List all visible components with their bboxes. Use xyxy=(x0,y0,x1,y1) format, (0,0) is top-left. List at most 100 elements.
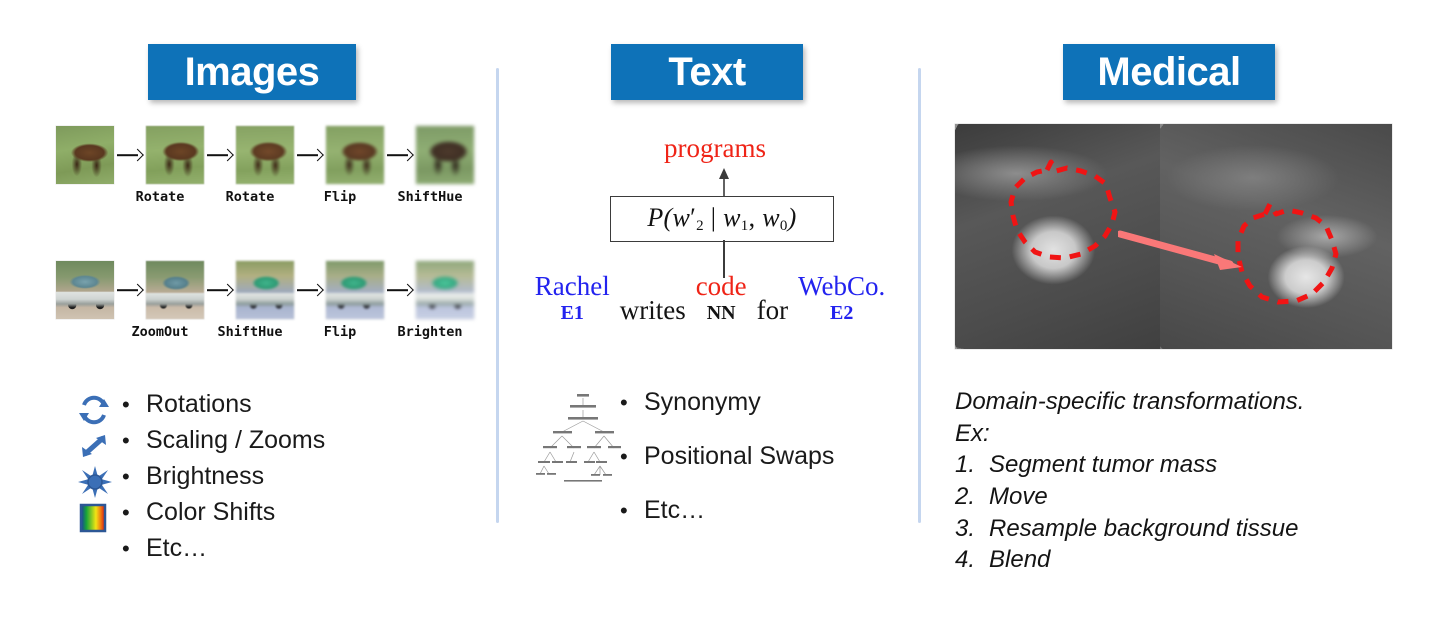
section-title-text: Text xyxy=(611,44,803,100)
horse-operation-labels: Rotate Rotate Flip ShiftHue xyxy=(56,189,474,209)
token-webco: WebCo. E2 xyxy=(798,271,886,325)
step-number: 4. xyxy=(955,546,976,574)
arrow-icon xyxy=(294,126,326,184)
token-rachel: Rachel E1 xyxy=(534,271,610,325)
list-item: 4. Blend xyxy=(955,544,1425,576)
token-tag: E1 xyxy=(560,302,584,325)
token-word: for xyxy=(756,294,789,325)
bullet-label: Scaling / Zooms xyxy=(146,426,326,454)
bullet-marker: • xyxy=(122,464,130,489)
step-number: 2. xyxy=(955,483,976,511)
operation-label: ShiftHue xyxy=(217,324,283,340)
step-label: Resample background tissue xyxy=(989,514,1299,542)
arrow-icon xyxy=(114,126,146,184)
operation-label: ShiftHue xyxy=(397,189,463,205)
token-for: for xyxy=(756,294,789,325)
list-item: • Etc… xyxy=(620,498,834,552)
bullet-label: Positional Swaps xyxy=(644,442,835,470)
operation-label: Rotate xyxy=(225,189,275,205)
thumbnail-horse-original xyxy=(56,126,114,184)
bullet-label: Etc… xyxy=(644,496,706,524)
bullet-marker: • xyxy=(122,428,130,453)
car-operation-labels: ZoomOut ShiftHue Flip Brighten xyxy=(56,324,474,344)
section-title-images: Images xyxy=(148,44,356,100)
bullet-marker: • xyxy=(620,390,628,415)
token-tag: NN xyxy=(706,302,736,325)
list-item: • Rotations xyxy=(122,392,325,428)
color-spectrum-icon xyxy=(78,500,118,536)
move-tumor-arrow-icon xyxy=(1118,230,1242,270)
step-number: 1. xyxy=(955,451,976,479)
arrow-icon xyxy=(384,261,416,319)
arrow-icon xyxy=(294,261,326,319)
operation-label: Flip xyxy=(323,189,357,205)
bullet-marker: • xyxy=(122,500,130,525)
list-item: • Brightness xyxy=(122,464,325,500)
bullet-label: Etc… xyxy=(146,534,208,562)
thumbnail-horse-rotate-2 xyxy=(236,126,294,184)
list-item: 3. Resample background tissue xyxy=(955,513,1425,545)
car-augmentation-row: ZoomOut ShiftHue Flip Brighten xyxy=(56,261,474,344)
token-word: code xyxy=(695,271,747,301)
probability-formula-box: P(w′2 | w1, w0) xyxy=(610,196,834,242)
operation-label: Flip xyxy=(323,324,357,340)
slide-canvas: Images Text Medical Rotate Rotate Flip S… xyxy=(0,0,1444,640)
column-divider-left xyxy=(496,68,499,523)
list-item: • Synonymy xyxy=(620,390,834,444)
thumbnail-horse-shifthue xyxy=(416,126,474,184)
token-tag: E2 xyxy=(830,302,854,325)
thumbnail-car-shifthue xyxy=(236,261,294,319)
section-title-medical: Medical xyxy=(1063,44,1275,100)
thumbnail-car-zoomout xyxy=(146,261,204,319)
predicted-word-label: programs xyxy=(664,133,766,163)
horse-augmentation-row: Rotate Rotate Flip ShiftHue xyxy=(56,126,474,209)
caption-line-2: Ex: xyxy=(955,419,990,447)
list-item: • Color Shifts xyxy=(122,500,325,536)
bullet-marker: • xyxy=(620,498,628,523)
arrow-icon xyxy=(204,261,236,319)
operation-label: Rotate xyxy=(135,189,185,205)
operation-label: ZoomOut xyxy=(131,324,189,340)
arrow-icon xyxy=(114,261,146,319)
step-label: Move xyxy=(989,483,1048,511)
bullet-label: Rotations xyxy=(146,390,252,418)
list-item: • Positional Swaps xyxy=(620,444,834,498)
column-divider-right xyxy=(918,68,921,523)
thumbnail-horse-rotate-1 xyxy=(146,126,204,184)
scale-arrows-icon xyxy=(78,428,118,464)
list-item: 2. Move xyxy=(955,481,1425,513)
list-item: • Etc… xyxy=(122,536,325,572)
step-label: Blend xyxy=(989,546,1051,574)
brightness-sun-icon xyxy=(78,464,118,500)
parse-tree-icon xyxy=(536,394,621,482)
car-thumbnail-strip xyxy=(56,261,474,319)
bullet-label: Synonymy xyxy=(644,388,761,416)
token-word: writes xyxy=(619,294,686,325)
token-code: code NN xyxy=(695,271,747,325)
bullet-marker: • xyxy=(620,444,628,469)
token-word: WebCo. xyxy=(798,271,886,301)
caption-line-1: Domain-specific transformations. xyxy=(955,388,1305,415)
operation-label: Brighten xyxy=(397,324,463,340)
horse-thumbnail-strip xyxy=(56,126,474,184)
text-bullet-list: • Synonymy • Positional Swaps • Etc… xyxy=(620,390,834,552)
augmentation-icon-column xyxy=(78,392,118,536)
token-writes: writes xyxy=(619,294,686,325)
arrow-icon xyxy=(204,126,236,184)
thumbnail-car-brighten xyxy=(416,261,474,319)
thumbnail-car-flip xyxy=(326,261,384,319)
token-word: Rachel xyxy=(534,271,610,301)
arrow-icon xyxy=(384,126,416,184)
step-label: Segment tumor mass xyxy=(989,451,1218,479)
bullet-marker: • xyxy=(122,536,130,561)
bullet-label: Color Shifts xyxy=(146,498,276,526)
bullet-marker: • xyxy=(122,392,130,417)
bullet-label: Brightness xyxy=(146,462,265,490)
medical-caption: Domain-specific transformations. Ex: 1. … xyxy=(955,386,1425,576)
step-number: 3. xyxy=(955,514,976,542)
rotate-icon xyxy=(78,392,118,428)
probability-formula: P(w′2 | w1, w0) xyxy=(647,203,797,234)
images-bullet-list: • Rotations • Scaling / Zooms • Brightne… xyxy=(122,392,325,572)
thumbnail-horse-flip xyxy=(326,126,384,184)
list-item: • Scaling / Zooms xyxy=(122,428,325,464)
